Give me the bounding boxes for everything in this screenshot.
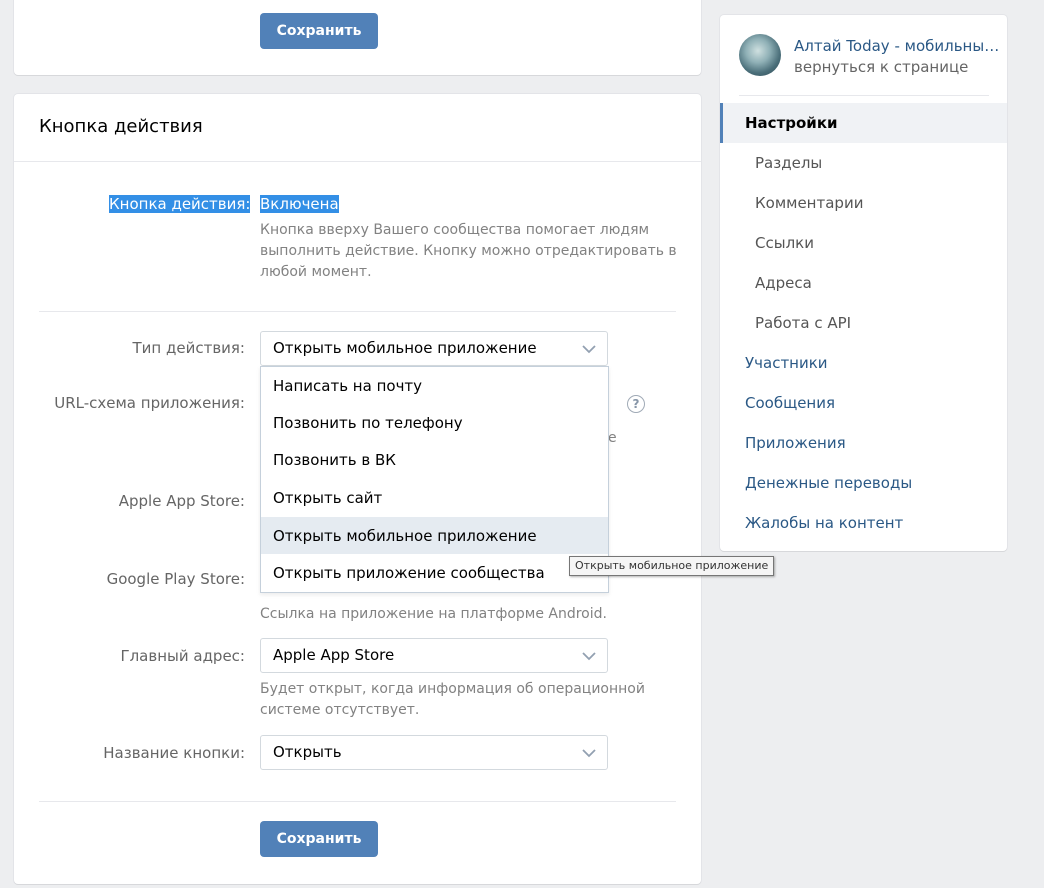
action-type-label: Тип действия: <box>132 339 246 357</box>
action-button-status-hint: Кнопка вверху Вашего сообщества помогает… <box>260 220 680 283</box>
save-button-top[interactable]: Сохранить <box>260 13 378 49</box>
dropdown-option-open-mobile-app[interactable]: Открыть мобильное приложение <box>261 517 608 554</box>
divider-top <box>39 311 676 312</box>
action-button-status-label: Кнопка действия: <box>109 195 251 213</box>
dropdown-option-call-vk[interactable]: Позвонить в ВК <box>261 441 608 478</box>
action-type-select[interactable]: Открыть мобильное приложение <box>260 331 608 366</box>
sidebar-divider <box>739 95 989 96</box>
sidebar-item-comments[interactable]: Комментарии <box>720 183 1007 223</box>
apple-app-store-label: Apple App Store: <box>118 492 245 510</box>
status-hint-line-3: любой момент. <box>260 264 372 280</box>
google-play-store-label: Google Play Store: <box>106 570 245 588</box>
main-address-hint: Будет открыт, когда информация об операц… <box>260 679 680 721</box>
main-address-hint-line-1: Будет открыт, когда информация об операц… <box>260 681 645 697</box>
main-address-select[interactable]: Apple App Store <box>260 638 608 673</box>
status-hint-line-1: Кнопка вверху Вашего сообщества помогает… <box>260 222 650 238</box>
button-name-select[interactable]: Открыть <box>260 735 608 770</box>
save-button[interactable]: Сохранить <box>260 821 378 857</box>
sidebar-item-content-complaints[interactable]: Жалобы на контент <box>720 503 1007 543</box>
dropdown-option-email[interactable]: Написать на почту <box>261 367 608 404</box>
help-glyph: ? <box>632 397 640 411</box>
sidebar-item-sections[interactable]: Разделы <box>720 143 1007 183</box>
back-to-page-link[interactable]: вернуться к странице <box>794 58 968 76</box>
community-name[interactable]: Алтай Today - мобильны… <box>794 37 999 55</box>
help-icon[interactable]: ? <box>627 395 645 413</box>
main-address-label: Главный адрес: <box>120 647 245 665</box>
sidebar-item-label: Приложения <box>745 434 846 452</box>
google-play-hint: Ссылка на приложение на платформе Androi… <box>260 606 607 622</box>
url-scheme-hint-fragment: е <box>608 430 617 446</box>
tooltip: Открыть мобильное приложение <box>569 556 775 576</box>
sidebar-item-settings[interactable]: Настройки <box>720 103 1007 143</box>
chevron-down-icon <box>582 749 596 758</box>
sidebar-item-label: Работа с API <box>755 314 852 332</box>
chevron-down-icon <box>582 652 596 661</box>
card-header: Кнопка действия <box>14 94 701 162</box>
dropdown-option-open-site[interactable]: Открыть сайт <box>261 479 608 516</box>
action-button-status-value[interactable]: Включена <box>260 195 339 213</box>
action-type-dropdown: Написать на почту Позвонить по телефону … <box>260 366 609 593</box>
sidebar-item-apps[interactable]: Приложения <box>720 423 1007 463</box>
community-avatar[interactable] <box>739 34 781 76</box>
divider-bottom <box>39 801 676 802</box>
sidebar-item-label: Разделы <box>755 154 823 172</box>
sidebar-item-label: Адреса <box>755 274 812 292</box>
url-scheme-label: URL-схема приложения: <box>54 394 245 412</box>
sidebar-item-money-transfers[interactable]: Денежные переводы <box>720 463 1007 503</box>
dropdown-option-open-community-app[interactable]: Открыть приложение сообщества <box>261 554 608 591</box>
sidebar-item-addresses[interactable]: Адреса <box>720 263 1007 303</box>
button-name-label: Название кнопки: <box>103 744 245 762</box>
dropdown-option-phone[interactable]: Позвонить по телефону <box>261 404 608 441</box>
sidebar-item-label: Комментарии <box>755 194 864 212</box>
chevron-down-icon <box>582 345 596 354</box>
card-title: Кнопка действия <box>39 116 203 137</box>
action-type-value: Открыть мобильное приложение <box>273 339 537 357</box>
sidebar-item-links[interactable]: Ссылки <box>720 223 1007 263</box>
sidebar-item-api[interactable]: Работа с API <box>720 303 1007 343</box>
main-address-hint-line-2: системе отсутствует. <box>260 702 420 718</box>
main-address-value: Apple App Store <box>273 646 395 664</box>
sidebar-item-label: Жалобы на контент <box>745 514 904 532</box>
button-name-value: Открыть <box>273 743 342 761</box>
status-hint-line-2: выполнить действие. Кнопку можно отредак… <box>260 243 677 259</box>
sidebar-item-label: Настройки <box>745 114 838 132</box>
sidebar-item-label: Участники <box>745 354 828 372</box>
sidebar-item-label: Денежные переводы <box>745 474 913 492</box>
sidebar-item-label: Сообщения <box>745 394 836 412</box>
sidebar-item-messages[interactable]: Сообщения <box>720 383 1007 423</box>
sidebar-item-members[interactable]: Участники <box>720 343 1007 383</box>
sidebar-item-label: Ссылки <box>755 234 814 252</box>
